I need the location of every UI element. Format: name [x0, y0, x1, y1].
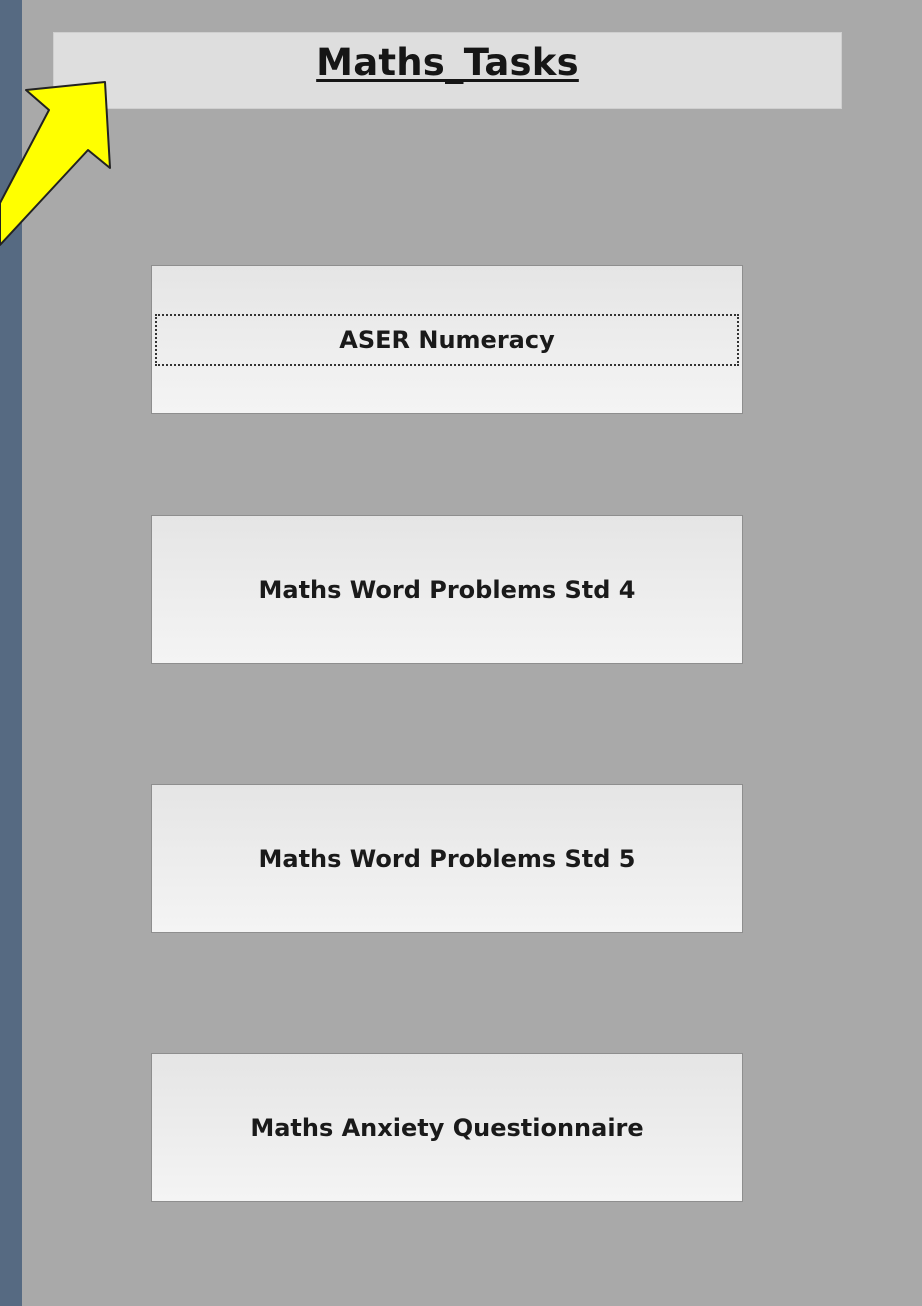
button-label: Maths Word Problems Std 5: [258, 844, 636, 873]
maths-word-problems-std5-button[interactable]: Maths Word Problems Std 5: [151, 784, 743, 933]
page-title: Maths_Tasks: [316, 41, 579, 84]
maths-word-problems-std4-button[interactable]: Maths Word Problems Std 4: [151, 515, 743, 664]
button-label: Maths Word Problems Std 4: [258, 575, 636, 604]
title-bar: Maths_Tasks: [53, 32, 842, 109]
button-label: Maths Anxiety Questionnaire: [250, 1113, 644, 1142]
pointer-arrow-icon: [0, 81, 111, 246]
focus-ring: [155, 314, 739, 366]
aser-numeracy-button[interactable]: ASER Numeracy: [151, 265, 743, 414]
arrow-shape: [0, 81, 111, 246]
maths-anxiety-questionnaire-button[interactable]: Maths Anxiety Questionnaire: [151, 1053, 743, 1202]
